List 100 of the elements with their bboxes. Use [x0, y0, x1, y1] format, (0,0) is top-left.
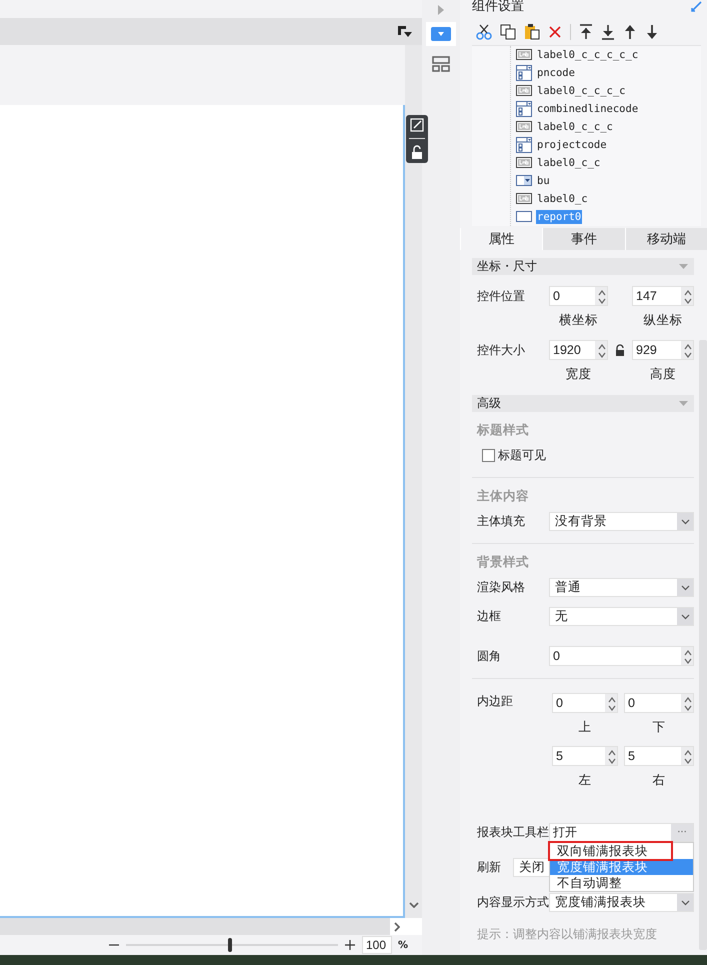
- paste-icon[interactable]: [524, 24, 540, 40]
- vertical-scrollbar[interactable]: [405, 45, 422, 918]
- caption: 左: [578, 772, 592, 790]
- chevron-down-icon: [680, 584, 690, 591]
- expand-arrow-icon[interactable]: [691, 0, 703, 12]
- label-icon: [516, 121, 532, 132]
- chevron-down-icon: [680, 900, 690, 906]
- down-chevron-icon[interactable]: [596, 350, 606, 358]
- down-chevron-icon[interactable]: [596, 296, 606, 304]
- field-label: 报表块工具栏: [477, 824, 549, 842]
- number-spinner[interactable]: 929: [632, 340, 694, 360]
- caption: 高度: [650, 366, 676, 384]
- number-spinner[interactable]: 5: [624, 746, 694, 766]
- copy-icon[interactable]: [500, 24, 516, 40]
- chevron-down-icon[interactable]: [408, 902, 418, 908]
- down-chevron-icon[interactable]: [682, 704, 692, 711]
- field-label: 刷新: [477, 859, 502, 876]
- down-chevron-icon[interactable]: [606, 704, 616, 711]
- field-label: 控件位置: [477, 288, 526, 306]
- dropdown-select[interactable]: 无: [549, 607, 694, 626]
- move-top-icon[interactable]: [579, 24, 593, 40]
- dropdown-option[interactable]: 双向铺满报表块: [550, 843, 671, 860]
- text-field[interactable]: 打开 ···: [549, 823, 694, 842]
- panel-tab[interactable]: 属性: [460, 228, 542, 250]
- label-icon: [516, 49, 532, 60]
- up-chevron-icon[interactable]: [682, 748, 692, 756]
- checkbox[interactable]: [482, 449, 495, 462]
- down-chevron-icon[interactable]: [682, 656, 692, 664]
- number-spinner[interactable]: 0: [549, 286, 608, 306]
- dropdown-icon: [431, 27, 451, 41]
- field-label: 主体填充: [477, 513, 526, 530]
- horizontal-scrollbar[interactable]: [0, 918, 390, 935]
- unlock-icon[interactable]: [615, 344, 625, 356]
- field-label: 控件大小: [477, 342, 526, 360]
- edit-icon[interactable]: [410, 118, 424, 132]
- number-spinner[interactable]: 147: [632, 286, 694, 306]
- down-chevron-icon[interactable]: [606, 756, 616, 764]
- up-chevron-icon[interactable]: [682, 288, 692, 296]
- combo-box-icon: [516, 100, 532, 117]
- dropdown-select[interactable]: 宽度铺满报表块: [549, 893, 694, 912]
- panel-tab[interactable]: 移动端: [624, 228, 707, 250]
- tree-item[interactable]: label0_c_c_c: [536, 120, 614, 134]
- caption: 右: [652, 772, 666, 790]
- caption: 下: [652, 719, 666, 736]
- report-block-icon: [516, 211, 532, 222]
- zoom-input[interactable]: 100: [362, 936, 392, 954]
- more-button[interactable]: ···: [671, 824, 693, 842]
- tree-item[interactable]: label0_c_c_c_c_c: [536, 48, 640, 62]
- zoom-in-icon[interactable]: [344, 939, 356, 951]
- section-title: 高级: [477, 395, 501, 412]
- number-spinner[interactable]: 5: [552, 746, 618, 766]
- dropdown-option[interactable]: 不自动调整: [550, 875, 671, 892]
- dropdown-box-icon: [516, 175, 532, 186]
- caption: 纵坐标: [644, 312, 682, 330]
- up-chevron-icon[interactable]: [606, 696, 616, 703]
- down-arrow-icon[interactable]: [645, 24, 659, 40]
- tree-item[interactable]: label0_c_c: [536, 156, 602, 170]
- panel-tab[interactable]: 事件: [542, 228, 625, 250]
- field-label: 渲染风格: [477, 579, 526, 596]
- up-chevron-icon[interactable]: [682, 342, 692, 350]
- move-bottom-icon[interactable]: [601, 24, 615, 40]
- tree-item[interactable]: combinedlinecode: [536, 102, 640, 116]
- tree-item[interactable]: label0_c_c_c_c: [536, 84, 627, 98]
- number-spinner[interactable]: 0: [624, 693, 694, 714]
- up-chevron-icon[interactable]: [682, 696, 692, 703]
- widget-tab[interactable]: [426, 22, 456, 46]
- up-chevron-icon[interactable]: [682, 648, 692, 656]
- up-chevron-icon[interactable]: [596, 342, 606, 350]
- section-header[interactable]: 坐标・尺寸: [472, 258, 694, 276]
- tree-item[interactable]: bu: [536, 174, 551, 188]
- section-header[interactable]: 高级: [472, 395, 694, 412]
- dropdown-select[interactable]: 普通: [549, 578, 694, 598]
- down-chevron-icon[interactable]: [682, 296, 692, 304]
- cut-icon[interactable]: [476, 24, 492, 40]
- down-chevron-icon[interactable]: [682, 756, 692, 764]
- slider-thumb[interactable]: [228, 938, 232, 952]
- caption: 上: [578, 719, 592, 736]
- corner-caret-icon[interactable]: [398, 26, 412, 38]
- number-spinner[interactable]: 0: [552, 693, 618, 714]
- percent-label: %: [398, 940, 408, 950]
- down-chevron-icon[interactable]: [682, 350, 692, 358]
- field-label: 边框: [477, 608, 502, 626]
- dropdown-select[interactable]: 没有背景: [549, 512, 694, 532]
- unlock-icon[interactable]: [411, 145, 423, 160]
- chevron-right-icon[interactable]: [394, 922, 400, 932]
- caption: 宽度: [566, 366, 592, 384]
- combo-box-icon: [516, 64, 532, 81]
- number-spinner[interactable]: 1920: [549, 340, 608, 360]
- field-label: 内容显示方式: [477, 894, 549, 912]
- delete-icon[interactable]: [548, 24, 562, 39]
- label-icon: [516, 85, 532, 96]
- number-spinner[interactable]: 0: [549, 646, 694, 666]
- tree-item[interactable]: label0_c: [536, 192, 589, 206]
- field-label: 内边距: [477, 693, 514, 710]
- group-title: 标题样式: [477, 422, 530, 438]
- tree-item[interactable]: pncode: [536, 66, 576, 80]
- up-chevron-icon[interactable]: [596, 288, 606, 296]
- up-chevron-icon[interactable]: [606, 748, 616, 756]
- tree-item[interactable]: projectcode: [536, 138, 608, 152]
- up-arrow-icon[interactable]: [623, 24, 637, 40]
